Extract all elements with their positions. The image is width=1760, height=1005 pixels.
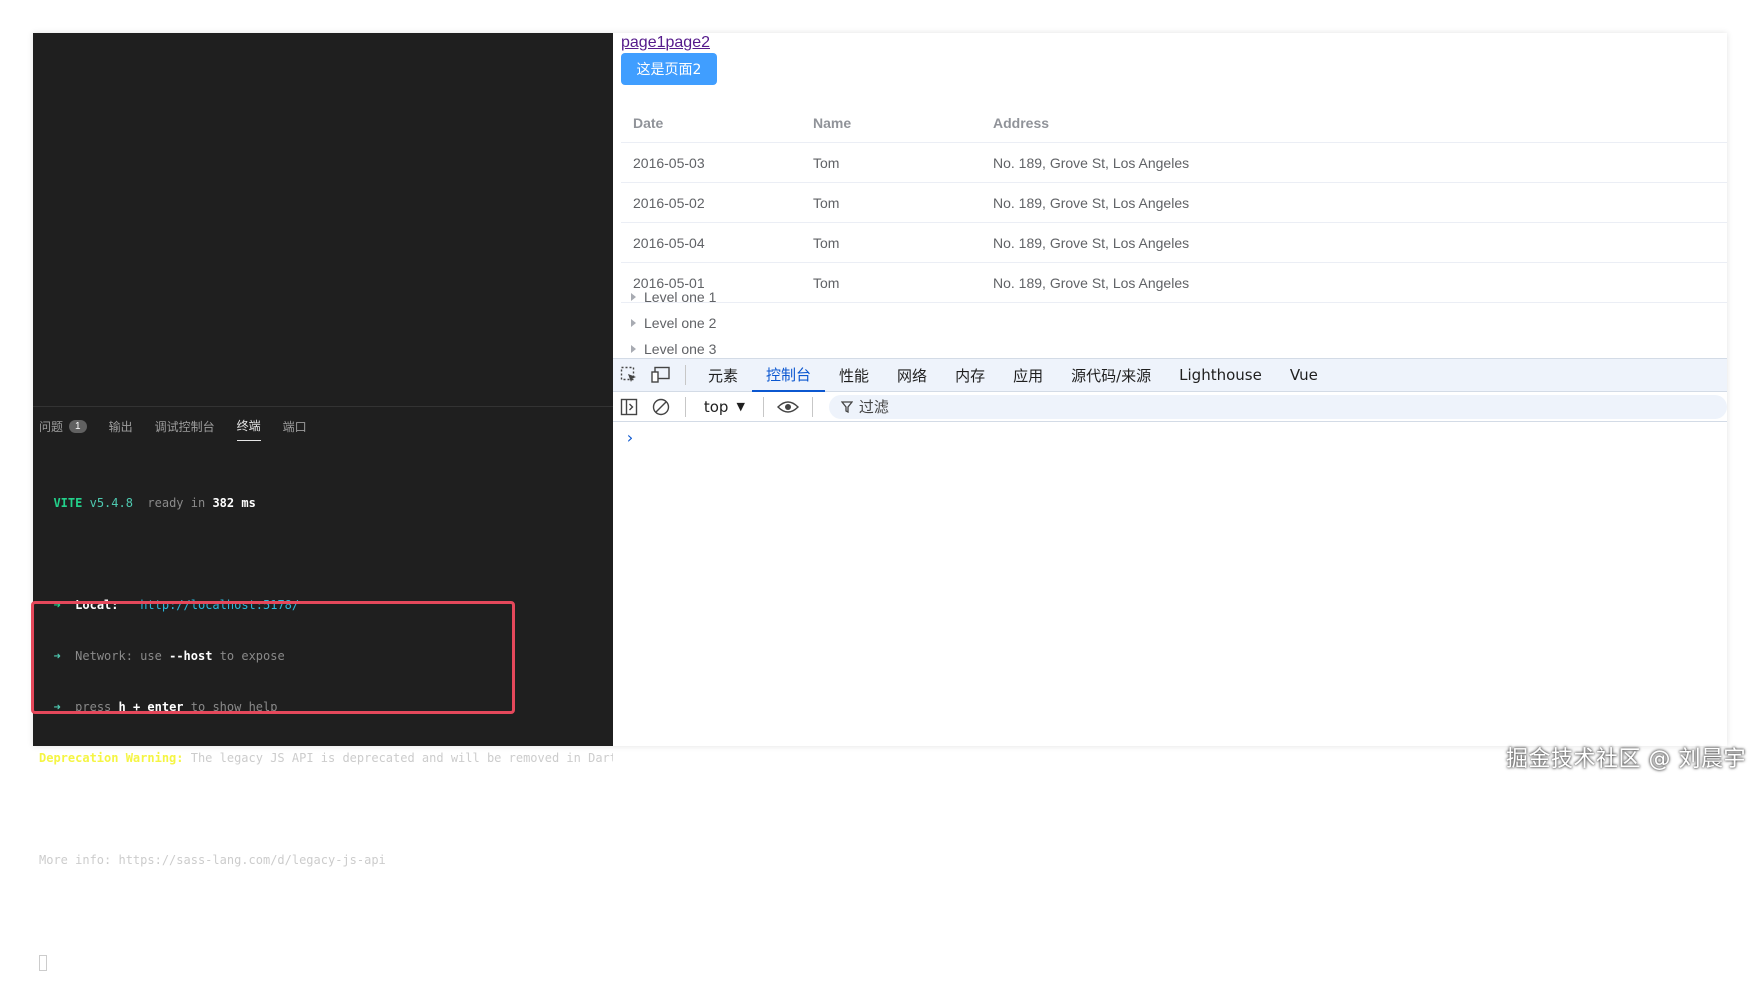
tab-ports[interactable]: 端口 xyxy=(283,412,307,441)
cell-address: No. 189, Grove St, Los Angeles xyxy=(981,195,1727,211)
tab-debug-console[interactable]: 调试控制台 xyxy=(155,412,215,441)
editor-area xyxy=(33,33,613,407)
tab-application[interactable]: 应用 xyxy=(999,358,1057,392)
cell-name: Tom xyxy=(801,235,981,251)
screenshot-frame: 问题 1 输出 调试控制台 终端 端口 VITE v5.4.8 ready in… xyxy=(33,33,1727,746)
table-row[interactable]: 2016-05-01 Tom No. 189, Grove St, Los An… xyxy=(621,263,1727,303)
toolbar-divider xyxy=(685,397,686,417)
devtools-panel: 元素 控制台 性能 网络 内存 应用 源代码/来源 Lighthouse Vue… xyxy=(613,358,1727,746)
table-row[interactable]: 2016-05-04 Tom No. 189, Grove St, Los An… xyxy=(621,223,1727,263)
terminal-cursor xyxy=(39,955,47,971)
link-page2[interactable]: page2 xyxy=(666,34,711,51)
watermark: 掘金技术社区 @ 刘晨宇 xyxy=(1506,741,1746,773)
cell-address: No. 189, Grove St, Los Angeles xyxy=(981,235,1727,251)
link-page1[interactable]: page1 xyxy=(621,34,666,51)
toolbar-divider xyxy=(812,397,813,417)
console-toolbar: top ▼ 过滤 xyxy=(613,392,1727,422)
eye-icon[interactable] xyxy=(772,391,804,423)
caret-right-icon[interactable] xyxy=(631,319,636,327)
tab-sources[interactable]: 源代码/来源 xyxy=(1057,358,1165,392)
tree-node[interactable]: Level one 2 xyxy=(621,310,716,336)
table-row[interactable]: 2016-05-02 Tom No. 189, Grove St, Los An… xyxy=(621,183,1727,223)
tree-node-label: Level one 1 xyxy=(644,289,716,305)
data-table: Date Name Address 2016-05-03 Tom No. 189… xyxy=(621,103,1727,303)
toolbar-divider xyxy=(763,397,764,417)
tab-network[interactable]: 网络 xyxy=(883,358,941,392)
tab-problems-label: 问题 xyxy=(39,418,63,435)
tab-performance[interactable]: 性能 xyxy=(825,358,883,392)
problems-count-badge: 1 xyxy=(69,420,87,433)
console-filter-input[interactable]: 过滤 xyxy=(829,395,1727,419)
terminal-cursor-line xyxy=(39,954,613,971)
tab-elements[interactable]: 元素 xyxy=(694,358,752,392)
tab-memory[interactable]: 内存 xyxy=(941,358,999,392)
cell-date: 2016-05-03 xyxy=(621,155,801,171)
clear-console-icon[interactable] xyxy=(645,391,677,423)
tab-console[interactable]: 控制台 xyxy=(752,358,825,392)
cell-address: No. 189, Grove St, Los Angeles xyxy=(981,155,1727,171)
tab-problems[interactable]: 问题 1 xyxy=(39,412,87,441)
cell-date: 2016-05-02 xyxy=(621,195,801,211)
device-toolbar-icon[interactable] xyxy=(645,359,677,391)
tree-node[interactable]: Level one 1 xyxy=(621,284,716,310)
terminal-more-info-line: More info: https://sass-lang.com/d/legac… xyxy=(39,852,613,869)
filter-icon xyxy=(841,401,853,413)
terminal-vite-line: VITE v5.4.8 ready in 382 ms xyxy=(39,495,613,512)
header-date: Date xyxy=(621,115,801,131)
header-name: Name xyxy=(801,115,981,131)
terminal-warning-line: Deprecation Warning: The legacy JS API i… xyxy=(39,750,613,767)
tree-node-label: Level one 3 xyxy=(644,341,716,357)
toolbar-divider xyxy=(685,365,686,385)
filter-placeholder: 过滤 xyxy=(859,396,889,417)
console-prompt-icon[interactable]: › xyxy=(625,428,635,447)
context-selector[interactable]: top ▼ xyxy=(694,398,755,416)
devtools-tabs: 元素 控制台 性能 网络 内存 应用 源代码/来源 Lighthouse Vue xyxy=(613,358,1727,392)
tab-terminal[interactable]: 终端 xyxy=(237,411,261,441)
cell-address: No. 189, Grove St, Los Angeles xyxy=(981,275,1727,291)
sidebar-toggle-icon[interactable] xyxy=(613,391,645,423)
table-header: Date Name Address xyxy=(621,103,1727,143)
inspect-element-icon[interactable] xyxy=(613,359,645,391)
tab-vue[interactable]: Vue xyxy=(1276,358,1332,392)
page2-button[interactable]: 这是页面2 xyxy=(621,53,717,85)
cell-date: 2016-05-04 xyxy=(621,235,801,251)
vscode-window: 问题 1 输出 调试控制台 终端 端口 VITE v5.4.8 ready in… xyxy=(33,33,613,746)
header-address: Address xyxy=(981,115,1727,131)
tree-node-label: Level one 2 xyxy=(644,315,716,331)
tree: Level one 1 Level one 2 Level one 3 xyxy=(621,284,716,362)
panel-tabs: 问题 1 输出 调试控制台 终端 端口 xyxy=(33,407,613,445)
terminal-output[interactable]: VITE v5.4.8 ready in 382 ms ➜ Local: htt… xyxy=(39,461,613,1005)
tab-lighthouse[interactable]: Lighthouse xyxy=(1165,358,1276,392)
context-value: top xyxy=(704,398,729,416)
caret-right-icon[interactable] xyxy=(631,293,636,301)
caret-right-icon[interactable] xyxy=(631,345,636,353)
dropdown-arrow-icon: ▼ xyxy=(736,400,744,413)
highlight-annotation-box xyxy=(31,601,515,714)
cell-name: Tom xyxy=(801,195,981,211)
tab-output[interactable]: 输出 xyxy=(109,412,133,441)
cell-name: Tom xyxy=(801,275,981,291)
table-row[interactable]: 2016-05-03 Tom No. 189, Grove St, Los An… xyxy=(621,143,1727,183)
cell-name: Tom xyxy=(801,155,981,171)
nav-links: page1page2 xyxy=(621,34,710,52)
